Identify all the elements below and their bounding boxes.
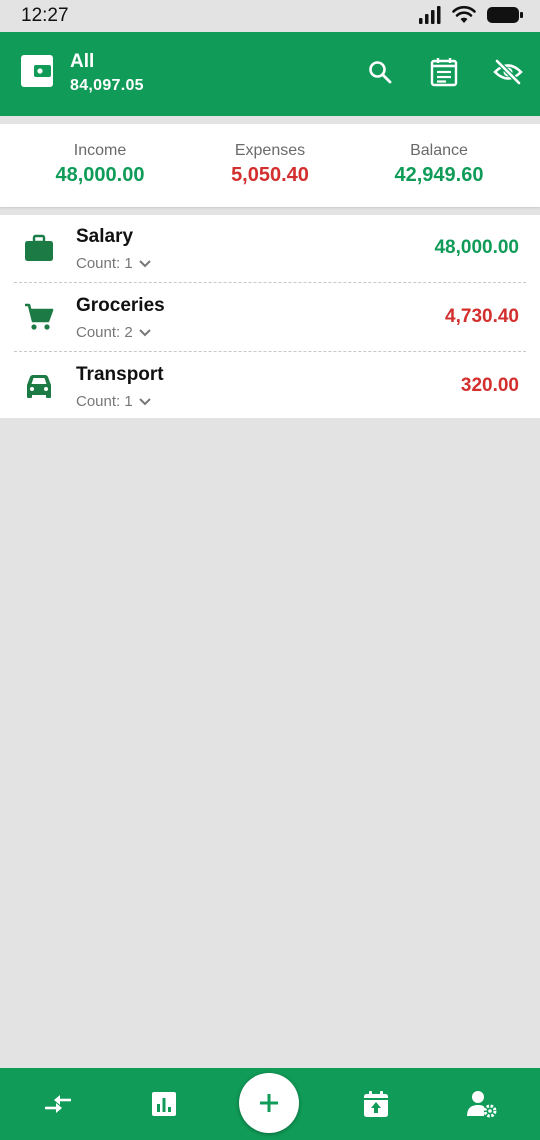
hide-amounts-button[interactable] [492, 56, 524, 88]
calendar-upload-icon [364, 1091, 388, 1117]
balance-label: Balance [410, 142, 468, 159]
category-count[interactable]: Count: 1 [76, 255, 151, 272]
chevron-down-icon [139, 328, 151, 336]
summary-card: Income 48,000.00 Expenses 5,050.40 Balan… [0, 124, 540, 207]
calendar-note-icon [430, 58, 458, 87]
search-button[interactable] [364, 56, 396, 88]
balance-summary: Balance 42,949.60 [349, 142, 529, 187]
wifi-icon [452, 6, 476, 23]
category-count[interactable]: Count: 1 [76, 393, 151, 410]
app-bar: All 84,097.05 [0, 32, 540, 116]
bottom-nav [0, 1068, 540, 1140]
briefcase-icon [24, 233, 54, 263]
count-label: Count: 2 [76, 324, 133, 341]
balance-value: 42,949.60 [394, 164, 484, 186]
transfer-button[interactable] [40, 1086, 76, 1122]
count-label: Count: 1 [76, 255, 133, 272]
category-count[interactable]: Count: 2 [76, 324, 151, 341]
category-item-transport[interactable]: Transport Count: 1 320.00 [0, 353, 540, 421]
add-transaction-button[interactable] [239, 1073, 299, 1133]
account-settings-icon [467, 1091, 497, 1118]
category-item-salary[interactable]: Salary Count: 1 48,000.00 [0, 215, 540, 283]
expenses-summary: Expenses 5,050.40 [180, 142, 360, 187]
count-label: Count: 1 [76, 393, 133, 410]
chevron-down-icon [139, 397, 151, 405]
divider [14, 282, 526, 283]
category-item-groceries[interactable]: Groceries Count: 2 4,730.40 [0, 284, 540, 352]
search-icon [369, 61, 392, 84]
category-name: Transport [76, 364, 164, 385]
status-icons [418, 6, 524, 24]
category-name: Groceries [76, 295, 165, 316]
account-name[interactable]: All [70, 51, 94, 73]
category-amount: 320.00 [460, 375, 519, 396]
divider [14, 351, 526, 352]
account-total: 84,097.05 [70, 77, 144, 94]
income-label: Income [73, 142, 127, 159]
category-amount: 4,730.40 [445, 306, 519, 327]
chevron-down-icon [139, 259, 151, 267]
car-icon [24, 371, 54, 401]
wallet-icon[interactable] [20, 54, 54, 88]
category-list: Salary Count: 1 48,000.00 Groceries Coun… [0, 215, 540, 418]
account-settings-button[interactable] [464, 1086, 500, 1122]
category-name: Salary [76, 226, 134, 247]
bar-chart-icon [152, 1092, 176, 1116]
cart-icon [24, 302, 54, 332]
income-value: 48,000.00 [55, 164, 145, 186]
eye-off-icon [493, 59, 523, 85]
transfer-icon [45, 1095, 71, 1113]
signal-icon [419, 6, 441, 24]
category-amount: 48,000.00 [434, 237, 519, 258]
status-bar: 12:27 [0, 0, 540, 32]
expenses-value: 5,050.40 [231, 164, 309, 186]
income-summary: Income 48,000.00 [10, 142, 190, 187]
add-icon [260, 1094, 278, 1112]
status-time: 12:27 [21, 5, 69, 26]
scheduled-button[interactable] [358, 1086, 394, 1122]
date-range-button[interactable] [428, 56, 460, 88]
statistics-button[interactable] [146, 1086, 182, 1122]
battery-icon [487, 7, 523, 23]
expenses-label: Expenses [234, 142, 306, 159]
